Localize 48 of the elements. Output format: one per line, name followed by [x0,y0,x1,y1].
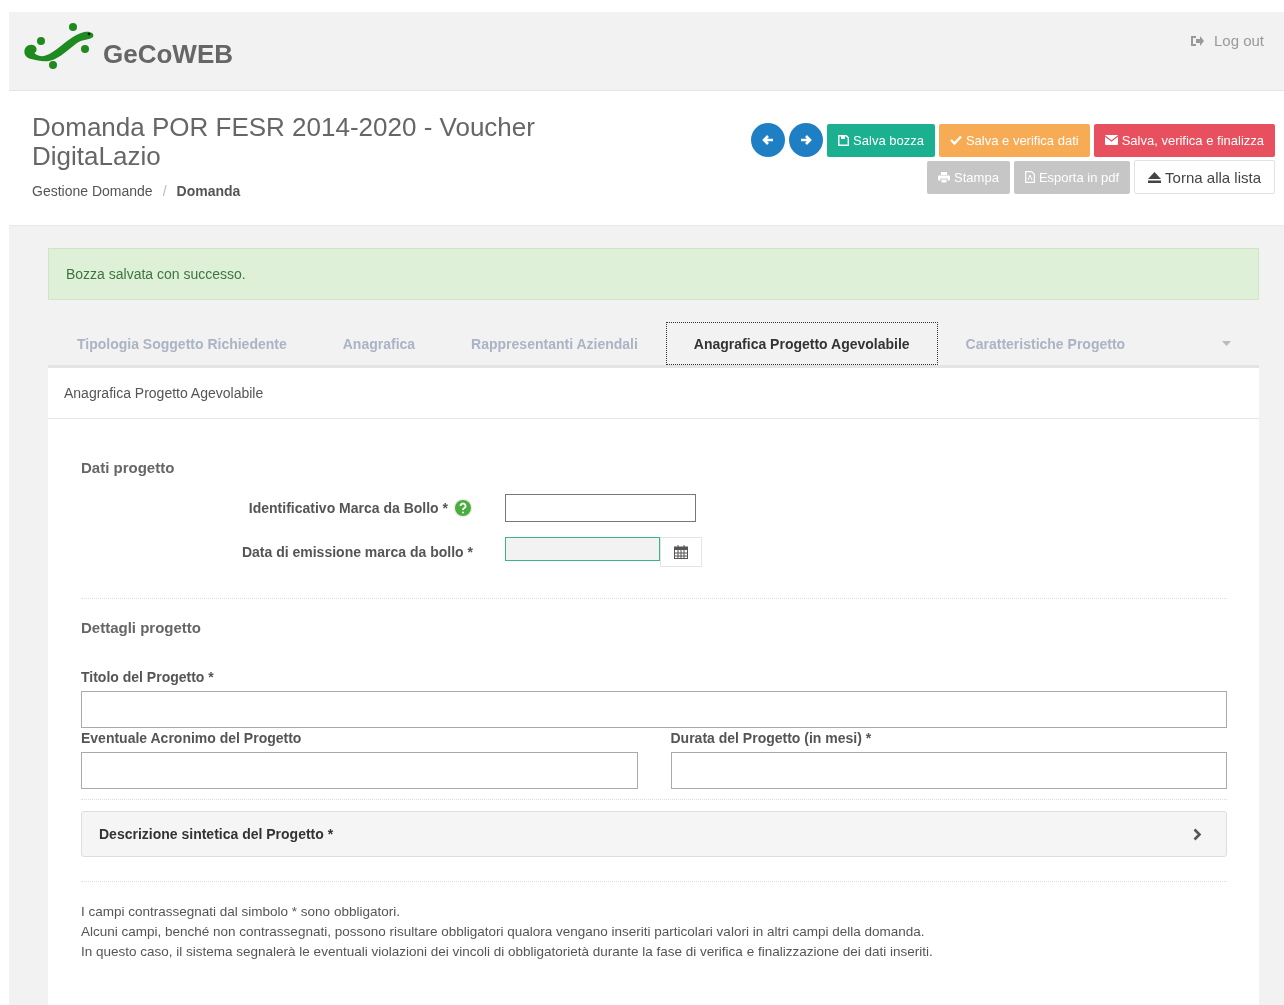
text-field[interactable] [81,691,1227,728]
field-label: Eventuale Acronimo del Progetto [81,730,303,746]
finalize-button[interactable]: Salva, verifica e finalizza [1093,123,1275,157]
help-icon[interactable] [453,498,473,518]
breadcrumb-item[interactable]: Gestione Domande [32,183,153,199]
verify-button[interactable]: Salva e verifica dati [938,123,1090,157]
logout-link[interactable]: Log out [1189,32,1264,49]
caret-icon[interactable] [1222,341,1231,346]
pdf-file-icon [1024,171,1035,183]
tab[interactable]: Tipologia Soggetto Richiedente [49,322,315,365]
eject-icon [1148,171,1162,183]
left-arrow-icon [762,134,775,146]
text-field[interactable] [81,752,638,789]
field-label: Identificativo Marca da Bollo * [248,500,448,516]
save-button[interactable]: Salva bozza [827,123,935,157]
logout-icon [1189,34,1204,47]
note-text: I campi contrassegnati dal simbolo * sono obbligatori. [81,903,401,921]
date-field[interactable] [505,537,660,561]
collapsible-header[interactable]: Descrizione sintetica del Progetto * [81,811,1227,857]
panel-title: Anagrafica Progetto Agevolabile [64,385,264,401]
back-button[interactable]: Torna alla lista [1134,160,1275,194]
envelope-icon [1104,135,1118,145]
page-title: Domanda POR FESR 2014-2020 - Voucher DigitaLazio [32,113,536,171]
tab[interactable]: Anagrafica Progetto Agevolabile [665,322,938,365]
breadcrumb-separator: / [162,183,167,199]
checkmark-icon [949,135,962,145]
previous-button[interactable] [751,123,786,157]
calendar-icon [674,545,688,559]
field-label: Titolo del Progetto * [81,669,215,685]
text-field[interactable] [505,494,696,522]
brand-name: GeCoWEB [103,38,233,70]
breadcrumb-item: Domanda [176,183,241,199]
section-title: Dettagli progetto [81,619,202,636]
alert-message: Bozza salvata con successo. [66,266,246,282]
text-field[interactable] [670,752,1227,789]
next-button[interactable] [789,123,824,157]
field-label: Data di emissione marca da bollo * [241,544,473,560]
tab[interactable]: Caratteristiche Progetto [937,322,1154,365]
section-title: Dati progetto [81,459,176,476]
tab[interactable]: Rappresentanti Aziendali [443,322,666,365]
right-arrow-icon [800,134,813,146]
chevron-icon [1193,827,1202,841]
printer-icon [938,171,951,183]
calendar-button[interactable] [660,537,702,567]
note-text: Alcuni campi, benché non contrassegnati, possono risultare obbligatori qualora vengano inseriti particolari valori in altri campi della domanda. [81,923,926,941]
field-label: Durata del Progetto (in mesi) * [670,730,873,746]
tab[interactable]: Anagrafica [314,322,444,365]
note-text: In questo caso, il sistema segnalerà le eventuali violazioni dei vincoli di obbligatorietà durante la fase di verifica e finalizzazione dei dati inseriti. [81,943,934,961]
